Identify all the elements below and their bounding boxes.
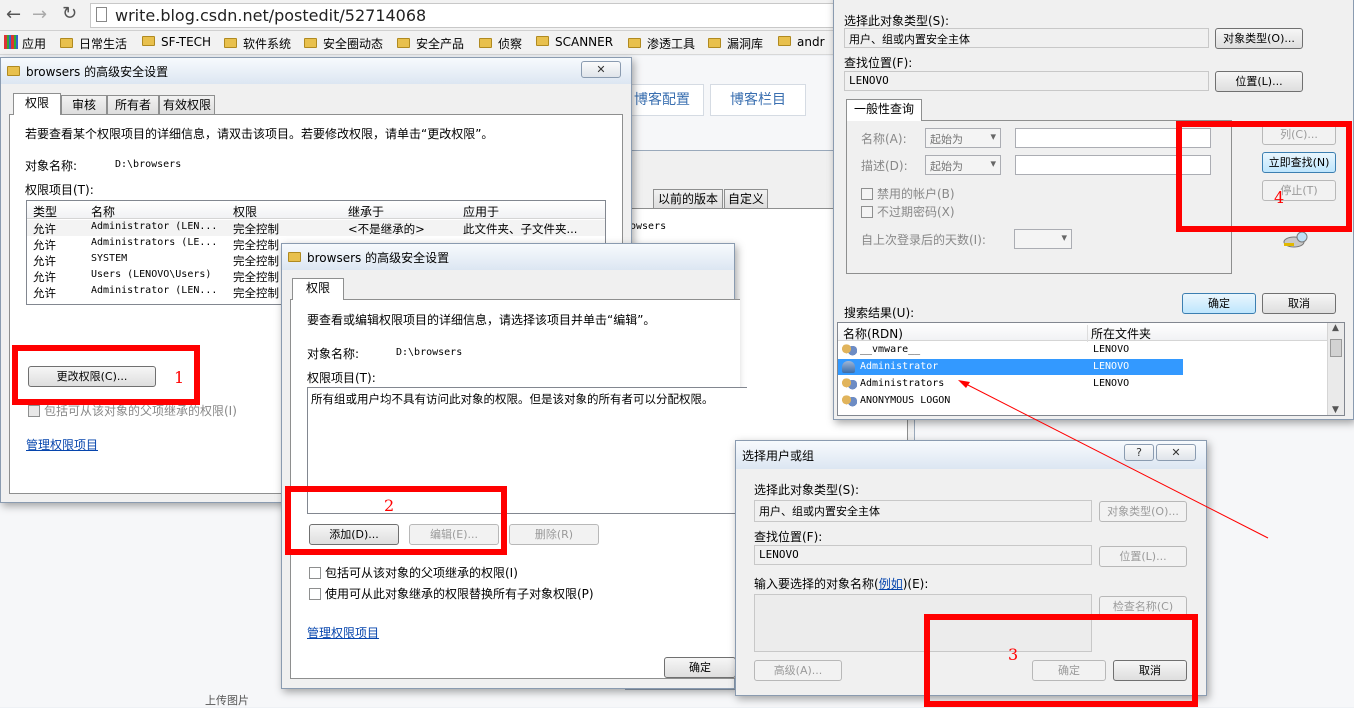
annotation-arrow [958,380,1269,539]
